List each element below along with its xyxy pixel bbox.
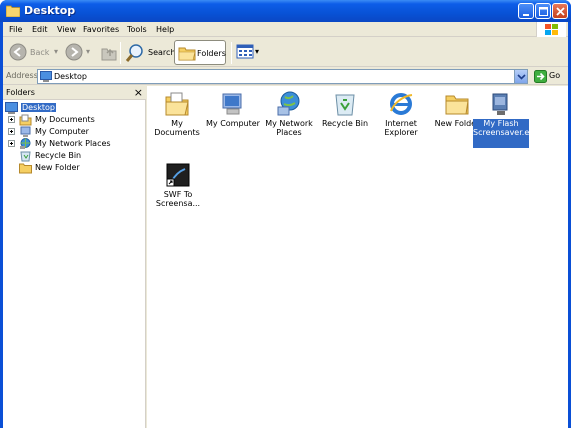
file-item-label: My Documents [154, 119, 200, 137]
windows-logo [536, 22, 566, 37]
menu-view[interactable]: View [57, 25, 76, 34]
folder-icon [445, 95, 469, 115]
address-value: Desktop [54, 72, 87, 81]
file-item-label: Internet Explorer [384, 119, 418, 137]
minimize-icon [523, 14, 529, 16]
maximize-icon [539, 7, 548, 16]
expand-icon[interactable] [8, 128, 15, 135]
file-item-my-network-places[interactable]: My Network Places [261, 88, 317, 148]
address-bar: Address Desktop Go [3, 68, 568, 85]
folder-icon [19, 163, 32, 174]
up-folder-icon[interactable] [100, 43, 118, 61]
views-dropdown-icon[interactable]: ▾ [255, 47, 259, 56]
forward-dropdown-icon[interactable]: ▾ [86, 47, 90, 56]
search-button-label[interactable]: Search [148, 48, 175, 57]
address-label: Address [6, 71, 38, 80]
expand-icon[interactable] [8, 116, 15, 123]
window-frame: File Edit View Favorites Tools Help Back… [3, 22, 568, 428]
tree-item-label: Recycle Bin [35, 151, 82, 160]
menu-edit[interactable]: Edit [32, 25, 48, 34]
swf-shortcut-icon [166, 163, 190, 187]
folders-pane-title: Folders [6, 88, 35, 97]
file-view: My Documents My Computer My Network Plac… [147, 86, 568, 428]
file-item-internet-explorer[interactable]: Internet Explorer [373, 88, 429, 148]
folders-button-label: Folders [197, 49, 226, 58]
maximize-button[interactable] [535, 3, 551, 19]
desktop-icon [5, 102, 18, 114]
explorer-window: Desktop File Edit View Favorites Tools H… [0, 0, 571, 428]
recycle-bin-icon [20, 151, 31, 162]
file-item-label: My Network Places [265, 119, 313, 137]
file-item-swf-to-screensaver[interactable]: SWF To Screensa... [150, 159, 208, 219]
network-places-icon [277, 91, 300, 116]
screensaver-exe-icon [492, 93, 508, 115]
go-button[interactable]: Go [532, 69, 566, 84]
my-computer-icon [20, 126, 31, 137]
address-dropdown-button[interactable] [514, 70, 527, 83]
tree-item-label: New Folder [35, 163, 80, 172]
internet-explorer-icon [390, 93, 413, 115]
go-arrow-icon [534, 70, 547, 83]
search-icon[interactable] [125, 43, 145, 63]
tree-item-label: My Documents [35, 115, 95, 124]
menu-tools[interactable]: Tools [127, 25, 147, 34]
forward-icon[interactable] [65, 43, 83, 61]
close-button[interactable] [552, 3, 568, 19]
window-title: Desktop [24, 4, 76, 17]
recycle-bin-icon [335, 94, 355, 116]
expand-icon[interactable] [8, 140, 15, 147]
file-item-label: SWF To Screensa... [155, 190, 201, 208]
chevron-down-icon [517, 74, 526, 80]
file-item-my-computer[interactable]: My Computer [205, 88, 261, 148]
folders-tree-pane: Folders × Desktop My Documents My Comput… [3, 86, 146, 428]
go-label: Go [549, 71, 561, 80]
my-documents-icon [19, 114, 32, 126]
file-item-label: My Computer [206, 119, 260, 128]
toolbar-separator [120, 42, 121, 64]
close-icon[interactable]: × [134, 86, 143, 99]
folder-icon [6, 5, 20, 17]
menu-file[interactable]: File [9, 25, 22, 34]
folders-icon [178, 47, 196, 61]
file-item-label: My Flash Screensaver.exe [473, 119, 539, 148]
my-documents-icon [165, 92, 189, 116]
views-icon[interactable] [236, 44, 256, 60]
windows-flag-icon [545, 24, 558, 35]
folders-pane-header: Folders × [3, 86, 146, 100]
address-field[interactable]: Desktop [37, 69, 528, 84]
file-item-my-documents[interactable]: My Documents [149, 88, 205, 148]
folders-button[interactable]: Folders [174, 40, 226, 65]
menu-bar: File Edit View Favorites Tools Help [3, 22, 568, 37]
menu-help[interactable]: Help [156, 25, 174, 34]
menu-favorites[interactable]: Favorites [83, 25, 119, 34]
title-bar[interactable]: Desktop [0, 0, 571, 22]
network-places-icon [20, 138, 31, 149]
toolbar-separator [231, 42, 232, 64]
file-item-label: Recycle Bin [321, 119, 369, 128]
close-icon [556, 7, 565, 16]
back-dropdown-icon[interactable]: ▾ [54, 47, 58, 56]
file-item-recycle-bin[interactable]: Recycle Bin [317, 88, 373, 148]
my-computer-icon [222, 93, 242, 115]
tree-item-label: My Network Places [35, 139, 111, 148]
tree-item-label: My Computer [35, 127, 89, 136]
file-item-my-flash-screensaver[interactable]: My Flash Screensaver.exe [473, 88, 539, 148]
desktop-icon [40, 71, 52, 82]
minimize-button[interactable] [518, 3, 534, 19]
tree-item-label: Desktop [21, 103, 56, 112]
back-button-label[interactable]: Back [30, 48, 49, 57]
back-icon[interactable] [9, 43, 27, 61]
toolbar: Back ▾ ▾ Search Folders ▾ [3, 38, 568, 67]
